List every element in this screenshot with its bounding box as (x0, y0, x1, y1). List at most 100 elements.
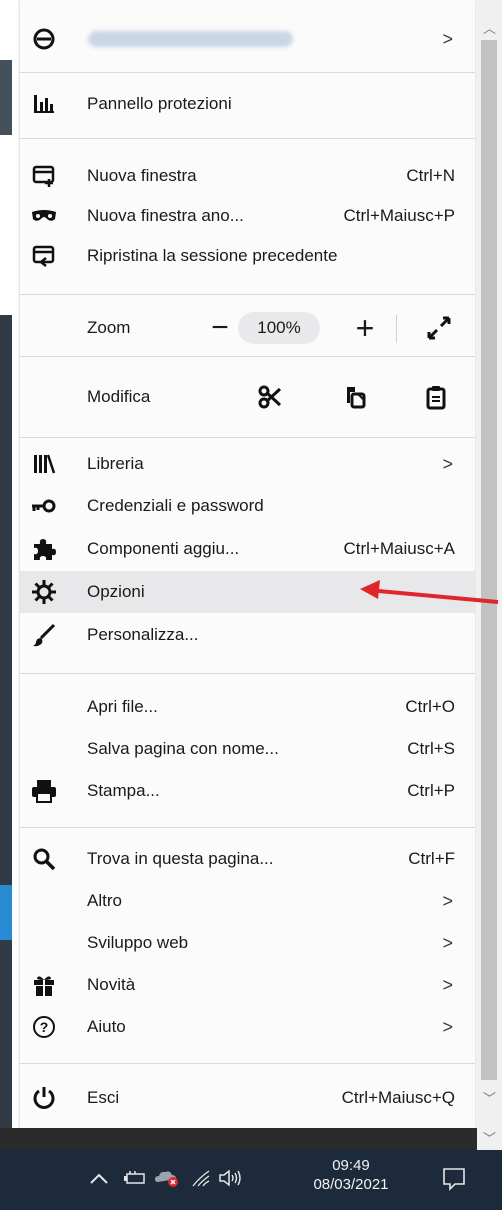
save-page-item[interactable]: Salva pagina con nome... Ctrl+S (20, 728, 475, 770)
cut-icon[interactable] (252, 379, 288, 415)
gift-icon (30, 971, 58, 999)
brush-icon (30, 621, 58, 649)
gear-icon (30, 578, 58, 606)
chevron-right-icon: > (442, 974, 453, 995)
background-block (0, 885, 12, 940)
chevron-right-icon: > (442, 932, 453, 953)
annotation-arrow (360, 580, 499, 604)
restore-session-icon (30, 242, 58, 270)
more-label: Altro (87, 891, 122, 910)
copy-icon[interactable] (338, 379, 374, 415)
show-hidden-icons-icon[interactable] (86, 1165, 112, 1191)
separator (20, 673, 475, 674)
battery-icon[interactable] (122, 1165, 148, 1191)
open-file-label: Apri file... (87, 697, 158, 716)
find-shortcut: Ctrl+F (408, 849, 455, 868)
account-icon (30, 25, 58, 53)
find-label: Trova in questa pagina... (87, 849, 274, 868)
background-block (0, 315, 12, 885)
zoom-row: Zoom − 100% + (20, 307, 475, 349)
whats-new-label: Novità (87, 975, 136, 994)
new-window-shortcut: Ctrl+N (406, 166, 455, 185)
zoom-label: Zoom (87, 318, 131, 337)
separator (20, 72, 475, 73)
private-window-label: Nuova finestra ano... (87, 206, 244, 225)
account-menu-item[interactable]: > (20, 18, 475, 60)
separator (20, 138, 475, 139)
open-file-shortcut: Ctrl+O (405, 697, 455, 716)
library-item[interactable]: Libreria > (20, 443, 475, 485)
chevron-right-icon: > (442, 453, 453, 474)
chevron-right-icon: > (442, 28, 453, 49)
background-block (0, 60, 12, 135)
separator (20, 827, 475, 828)
library-label: Libreria (87, 454, 144, 473)
new-window-label: Nuova finestra (87, 166, 197, 185)
scroll-up-icon[interactable]: ︿ (477, 18, 502, 40)
power-icon (30, 1084, 58, 1112)
separator (20, 437, 475, 438)
customize-label: Personalizza... (87, 625, 199, 644)
svg-text:?: ? (40, 1019, 49, 1035)
exit-shortcut: Ctrl+Maiusc+Q (341, 1088, 455, 1107)
save-page-shortcut: Ctrl+S (407, 739, 455, 758)
volume-icon[interactable] (218, 1165, 244, 1191)
background-page (0, 0, 20, 1128)
logins-passwords-item[interactable]: Credenziali e password (20, 485, 475, 527)
print-label: Stampa... (87, 781, 160, 800)
clock-date: 08/03/2021 (313, 1176, 389, 1193)
puzzle-piece-icon (30, 535, 58, 563)
wifi-icon[interactable] (188, 1165, 214, 1191)
account-email-blurred (88, 31, 293, 47)
zoom-divider (396, 315, 397, 343)
print-item[interactable]: Stampa... Ctrl+P (20, 770, 475, 812)
paste-icon[interactable] (418, 379, 454, 415)
private-mask-icon (30, 202, 58, 230)
private-window-shortcut: Ctrl+Maiusc+P (343, 206, 455, 225)
new-window-item[interactable]: Nuova finestra Ctrl+N (20, 155, 475, 197)
private-window-item[interactable]: Nuova finestra ano... Ctrl+Maiusc+P (20, 195, 475, 237)
help-item[interactable]: ? Aiuto > (20, 1006, 475, 1048)
protections-chart-icon (30, 90, 58, 118)
logins-label: Credenziali e password (87, 496, 264, 515)
edit-row: Modifica (20, 376, 475, 418)
action-center-icon[interactable] (440, 1164, 468, 1192)
whats-new-item[interactable]: Novità > (20, 964, 475, 1006)
protections-label: Pannello protezioni (87, 94, 232, 113)
zoom-out-button[interactable]: − (205, 313, 235, 343)
key-icon (30, 492, 58, 520)
windows-taskbar: 09:49 08/03/2021 (0, 1150, 502, 1210)
scroll-down-icon[interactable]: ﹀ (477, 1088, 502, 1110)
customize-item[interactable]: Personalizza... (20, 614, 475, 656)
web-dev-label: Sviluppo web (87, 933, 189, 952)
open-file-item[interactable]: Apri file... Ctrl+O (20, 686, 475, 728)
separator (20, 356, 475, 357)
scroll-down-icon[interactable]: ﹀ (477, 1128, 502, 1150)
fullscreen-icon[interactable] (423, 312, 455, 344)
save-page-label: Salva pagina con nome... (87, 739, 279, 758)
exit-label: Esci (87, 1088, 120, 1107)
zoom-in-button[interactable]: + (350, 312, 380, 344)
taskbar-clock[interactable]: 09:49 08/03/2021 (305, 1156, 397, 1194)
addons-shortcut: Ctrl+Maiusc+A (343, 539, 455, 558)
find-in-page-item[interactable]: Trova in questa pagina... Ctrl+F (20, 838, 475, 880)
separator (20, 294, 475, 295)
web-developer-item[interactable]: Sviluppo web > (20, 922, 475, 964)
background-block (0, 940, 12, 1128)
edit-label: Modifica (87, 387, 151, 406)
library-icon (30, 450, 58, 478)
separator (20, 1063, 475, 1064)
printer-icon (30, 777, 58, 805)
window-bottom-bar: ﹀ (0, 1128, 502, 1150)
exit-item[interactable]: Esci Ctrl+Maiusc+Q (20, 1077, 475, 1119)
options-label: Opzioni (87, 582, 145, 601)
protections-panel-item[interactable]: Pannello protezioni (20, 83, 475, 125)
restore-session-item[interactable]: Ripristina la sessione precedente (20, 235, 475, 277)
print-shortcut: Ctrl+P (407, 781, 455, 800)
help-label: Aiuto (87, 1017, 126, 1036)
onedrive-error-icon[interactable] (154, 1165, 180, 1191)
search-icon (30, 845, 58, 873)
chevron-right-icon: > (442, 1016, 453, 1037)
more-item[interactable]: Altro > (20, 880, 475, 922)
zoom-reset-button[interactable]: 100% (238, 312, 320, 344)
